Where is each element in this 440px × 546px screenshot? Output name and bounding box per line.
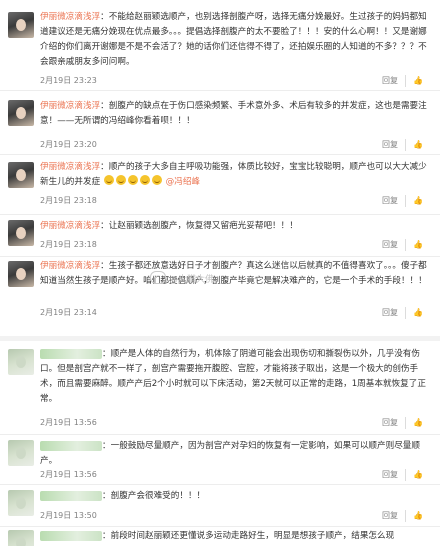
comment-item: ：前段时间赵丽颖还更懂说多运动走路好生，明显是想孩子顺产，结果怎么现 (0, 526, 440, 546)
like-button[interactable]: 👍 (405, 510, 430, 522)
comment-time: 2月19日 23:18 (40, 240, 97, 249)
like-button[interactable]: 👍 (405, 469, 430, 481)
username[interactable]: 伊丽微凉滴浅浮 (40, 12, 100, 22)
comment-time: 2月19日 13:50 (40, 511, 97, 520)
username[interactable] (40, 440, 102, 451)
thumb-up-icon: 👍 (413, 196, 423, 205)
top-comment-section: 伊丽微凉滴浅浮：不能给赵丽颖选顺产，也别选择剖腹产呀，选择无痛分娩最好。生过孩子… (0, 0, 440, 336)
reply-button[interactable]: 回复 (375, 469, 405, 481)
username[interactable]: 伊丽微凉滴浅浮 (40, 261, 100, 271)
emoji-icon (115, 175, 126, 185)
reply-button[interactable]: 回复 (375, 510, 405, 522)
avatar[interactable] (8, 162, 34, 188)
comment-item: ：剖腹产会很难受的！！！ 2月19日 13:50 回复 👍 (0, 484, 440, 527)
avatar[interactable] (8, 349, 34, 375)
emoji-icon (127, 175, 138, 185)
thumb-up-icon: 👍 (413, 308, 423, 317)
like-button[interactable]: 👍 (405, 139, 430, 151)
avatar[interactable] (8, 12, 34, 38)
avatar[interactable] (8, 530, 34, 546)
reply-button[interactable]: 回复 (375, 139, 405, 151)
comment-item: ：顺产是人体的自然行为，机体除了阴道可能会出现伤切和撕裂伤以外，几乎没有伤口。但… (0, 341, 440, 435)
like-button[interactable]: 👍 (405, 239, 430, 251)
comment-text: ：让赵丽颖选剖腹产，恢复得又留疤光妥帮吧！！！ (100, 221, 298, 231)
username[interactable] (40, 530, 102, 541)
username[interactable] (40, 490, 102, 501)
emoji-icon (151, 175, 162, 185)
comment-time: 2月19日 23:14 (40, 308, 97, 317)
thumb-up-icon: 👍 (413, 140, 423, 149)
emoji-icon (139, 175, 150, 185)
like-button[interactable]: 👍 (405, 307, 430, 319)
thumb-up-icon: 👍 (413, 418, 423, 427)
username[interactable] (40, 348, 102, 359)
like-button[interactable]: 👍 (405, 75, 430, 87)
reply-button[interactable]: 回复 (375, 417, 405, 429)
username[interactable]: 伊丽微凉滴浅浮 (40, 162, 100, 172)
thumb-up-icon: 👍 (413, 511, 423, 520)
avatar[interactable] (8, 100, 34, 126)
thumb-up-icon: 👍 (413, 240, 423, 249)
reply-button[interactable]: 回复 (375, 195, 405, 207)
comment-item: ：一般鼓励尽量顺产，因为剖宫产对孕妇的恢复有一定影响，如果可以顺产则尽量顺产。 … (0, 434, 440, 485)
thumb-up-icon: 👍 (413, 76, 423, 85)
comment-time: 2月19日 23:20 (40, 140, 97, 149)
mention-link[interactable]: @冯绍峰 (166, 177, 200, 187)
bottom-comment-section: ：顺产是人体的自然行为，机体除了阴道可能会出现伤切和撕裂伤以外，几乎没有伤口。但… (0, 341, 440, 546)
comment-time: 2月19日 23:18 (40, 196, 97, 205)
comment-item: 伊丽微凉滴浅浮：剖腹产的缺点在于伤口感染频繁、手术意外多、术后有较多的并发症，这… (0, 90, 440, 155)
comment-item: 伊丽微凉滴浅浮：不能给赵丽颖选顺产，也别选择剖腹产呀，选择无痛分娩最好。生过孩子… (0, 0, 440, 91)
reply-button[interactable]: 回复 (375, 239, 405, 251)
thumb-up-icon: 👍 (413, 470, 423, 479)
comment-item: 伊丽微凉滴浅浮：顺产的孩子大多自主呼吸功能强，体质比较好，宝宝比较聪明，顺产也可… (0, 154, 440, 215)
like-button[interactable]: 👍 (405, 195, 430, 207)
like-button[interactable]: 👍 (405, 417, 430, 429)
weibo-logo-icon (150, 271, 166, 284)
emoji-icon (103, 175, 114, 185)
comment-item: 伊丽微凉滴浅浮：生孩子都还放意选好日子才剖腹产？真这么迷信以后就真的不值得喜欢了… (0, 256, 440, 336)
avatar[interactable] (8, 220, 34, 246)
comment-time: 2月19日 23:23 (40, 76, 97, 85)
comment-text: ：前段时间赵丽颖还更懂说多运动走路好生，明显是想孩子顺产，结果怎么现 (102, 531, 395, 541)
reply-button[interactable]: 回复 (375, 307, 405, 319)
avatar[interactable] (8, 440, 34, 466)
watermark: @大猫大佛 (150, 271, 260, 287)
comment-text: ：剖腹产会很难受的！！！ (102, 491, 206, 501)
comment-time: 2月19日 13:56 (40, 418, 97, 427)
username[interactable]: 伊丽微凉滴浅浮 (40, 101, 100, 111)
comment-time: 2月19日 13:56 (40, 470, 97, 479)
reply-button[interactable]: 回复 (375, 75, 405, 87)
avatar[interactable] (8, 261, 34, 287)
avatar[interactable] (8, 490, 34, 516)
comment-item: 伊丽微凉滴浅浮：让赵丽颖选剖腹产，恢复得又留疤光妥帮吧！！！ 2月19日 23:… (0, 214, 440, 257)
username[interactable]: 伊丽微凉滴浅浮 (40, 221, 100, 231)
